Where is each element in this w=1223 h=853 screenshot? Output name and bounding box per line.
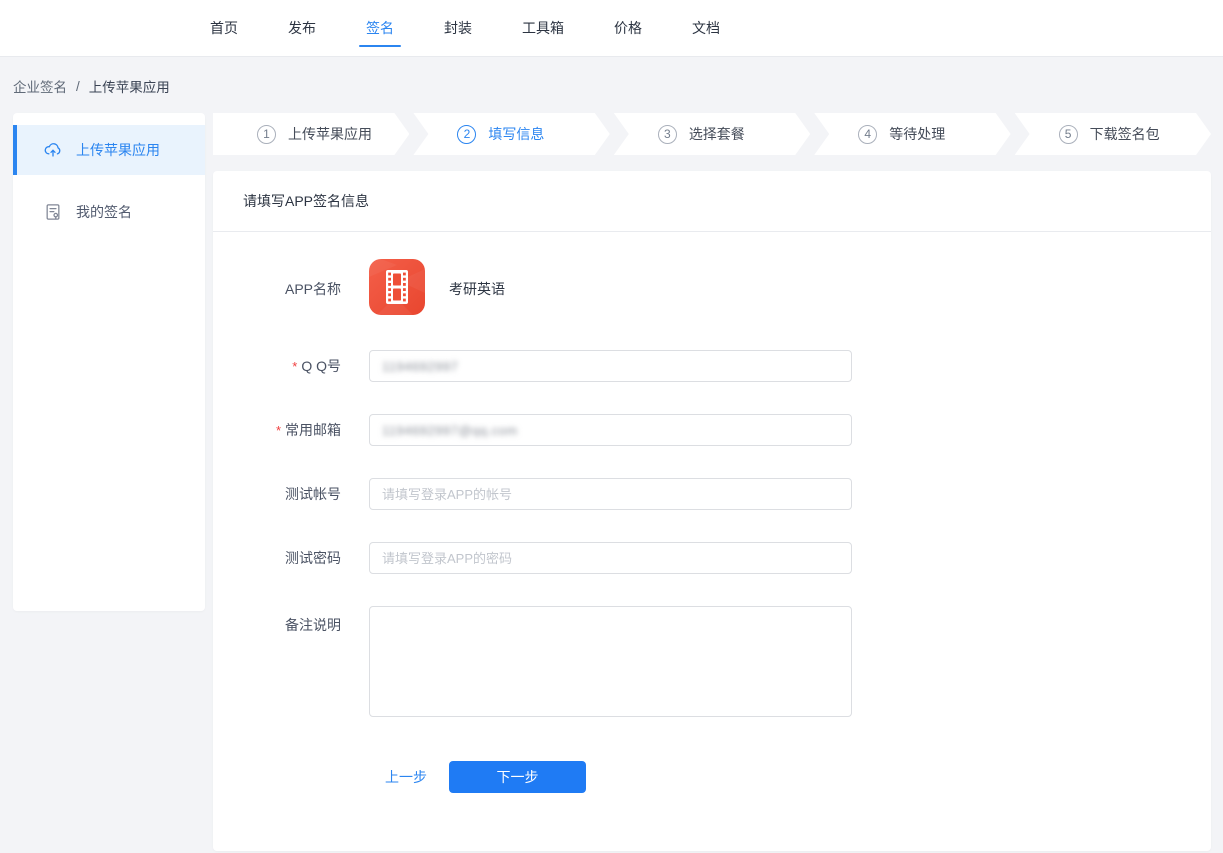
step-number: 2 [457, 125, 476, 144]
field-label: 测试密码 [243, 548, 341, 568]
step-number: 4 [858, 125, 877, 144]
top-nav: 首页 发布 签名 封装 工具箱 价格 文档 [0, 0, 720, 56]
test-password-input[interactable] [369, 542, 852, 574]
qq-input[interactable]: 1194692997 [369, 350, 852, 382]
field-label: APP名称 [243, 279, 341, 299]
cloud-upload-icon [43, 140, 63, 160]
panel-title: 请填写APP签名信息 [213, 171, 1211, 232]
sidebar-item-label: 上传苹果应用 [76, 140, 160, 160]
film-app-icon [369, 259, 425, 318]
form-row-test-password: 测试密码 [243, 542, 1211, 574]
step-5-download: 5 下载签名包 [1015, 113, 1211, 155]
field-label: 备注说明 [243, 606, 341, 635]
nav-item-package[interactable]: 封装 [444, 0, 472, 56]
step-label: 等待处理 [889, 124, 945, 144]
nav-item-home[interactable]: 首页 [210, 0, 238, 56]
main-content: 1 上传苹果应用 2 填写信息 3 选择套餐 4 等待处理 5 下载签名包 请填… [213, 113, 1211, 851]
breadcrumb: 企业签名 / 上传苹果应用 [0, 57, 1223, 113]
step-label: 填写信息 [488, 124, 544, 144]
form-row-qq: *Q Q号 1194692997 [243, 350, 1211, 382]
test-account-input[interactable] [369, 478, 852, 510]
email-value-redacted: 1194692997@qq.com [382, 423, 518, 438]
form-actions: 上一步 下一步 [385, 761, 1211, 851]
field-label: *Q Q号 [243, 356, 341, 376]
step-3-choose-plan: 3 选择套餐 [614, 113, 810, 155]
next-step-button[interactable]: 下一步 [449, 761, 586, 793]
step-label: 下载签名包 [1090, 124, 1160, 144]
form-row-app-name: APP名称 [243, 259, 1211, 318]
breadcrumb-current: 上传苹果应用 [89, 76, 170, 96]
sidebar-item-label: 我的签名 [76, 202, 132, 222]
signature-doc-icon [43, 202, 63, 222]
required-asterisk: * [292, 359, 297, 374]
step-label: 上传苹果应用 [288, 124, 372, 144]
field-label: *常用邮箱 [243, 420, 341, 440]
form-row-email: *常用邮箱 1194692997@qq.com [243, 414, 1211, 446]
step-4-wait-process: 4 等待处理 [814, 113, 1010, 155]
form-row-remark: 备注说明 [243, 606, 1211, 717]
breadcrumb-separator: / [76, 79, 80, 94]
nav-item-toolbox[interactable]: 工具箱 [522, 0, 564, 56]
step-number: 3 [658, 125, 677, 144]
step-label: 选择套餐 [689, 124, 745, 144]
top-bar: 首页 发布 签名 封装 工具箱 价格 文档 [0, 0, 1223, 57]
remark-textarea[interactable] [369, 606, 852, 717]
email-input[interactable]: 1194692997@qq.com [369, 414, 852, 446]
qq-value-redacted: 1194692997 [382, 359, 458, 374]
sidebar-item-my-signatures[interactable]: 我的签名 [13, 187, 205, 237]
nav-item-sign[interactable]: 签名 [366, 0, 394, 56]
breadcrumb-parent[interactable]: 企业签名 [13, 76, 67, 96]
sidebar: 上传苹果应用 我的签名 [13, 113, 205, 611]
steps-bar: 1 上传苹果应用 2 填写信息 3 选择套餐 4 等待处理 5 下载签名包 [213, 113, 1211, 155]
step-number: 5 [1059, 125, 1078, 144]
form-row-test-account: 测试帐号 [243, 478, 1211, 510]
field-label: 测试帐号 [243, 484, 341, 504]
required-asterisk: * [276, 423, 281, 438]
nav-item-docs[interactable]: 文档 [692, 0, 720, 56]
step-1-upload: 1 上传苹果应用 [213, 113, 409, 155]
step-number: 1 [257, 125, 276, 144]
app-name-value: 考研英语 [449, 279, 505, 299]
prev-step-link[interactable]: 上一步 [385, 767, 427, 787]
nav-item-publish[interactable]: 发布 [288, 0, 316, 56]
nav-item-price[interactable]: 价格 [614, 0, 642, 56]
sidebar-item-upload-app[interactable]: 上传苹果应用 [13, 125, 205, 175]
step-2-fill-info: 2 填写信息 [413, 113, 609, 155]
form-panel: 请填写APP签名信息 APP名称 [213, 171, 1211, 851]
